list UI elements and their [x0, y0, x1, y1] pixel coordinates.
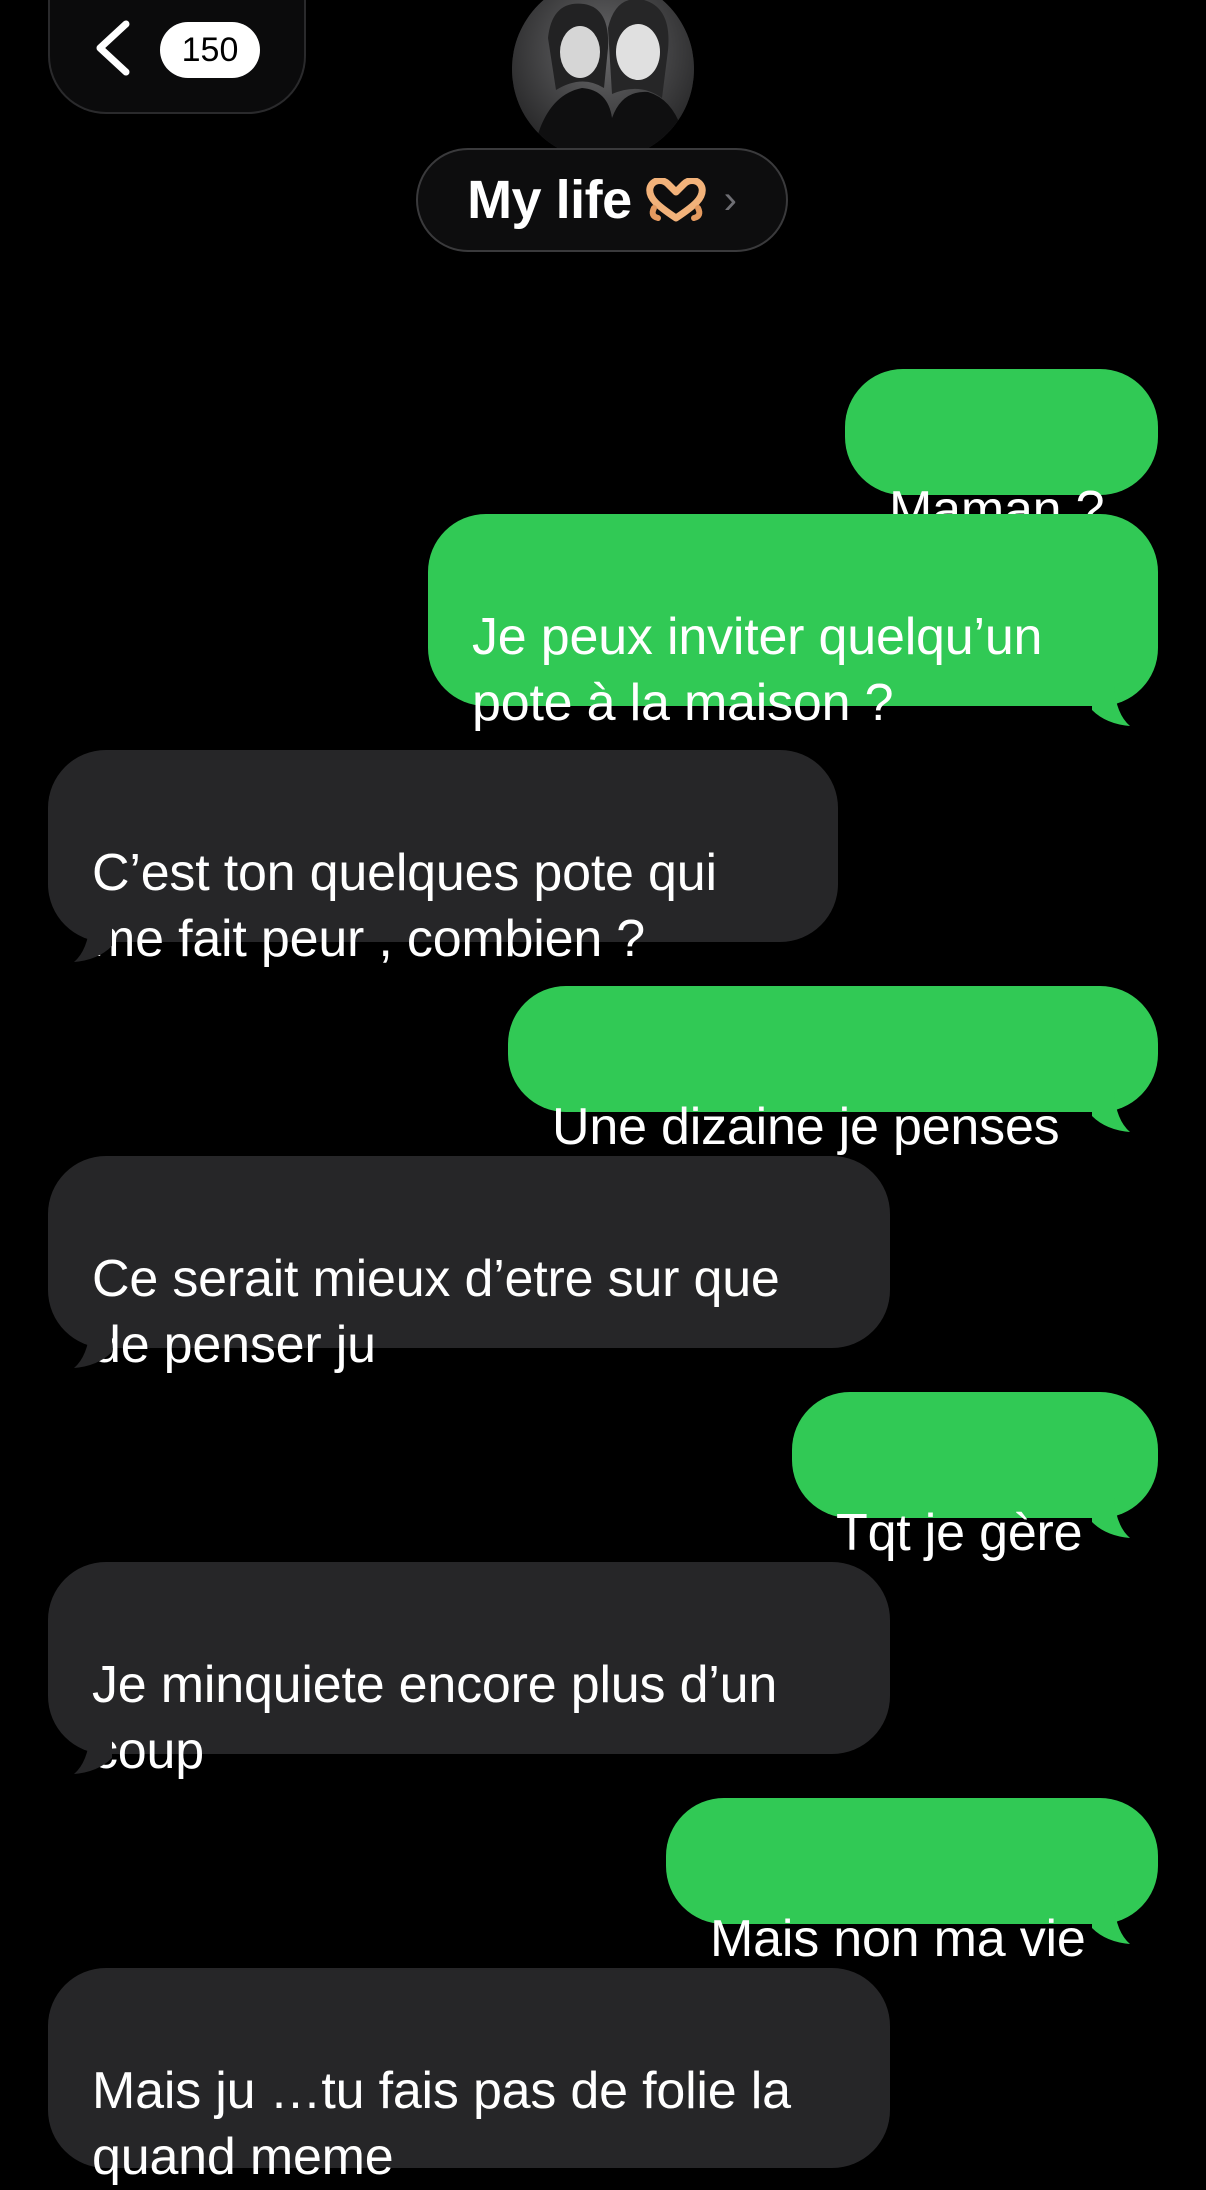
heart-hands-icon	[645, 178, 706, 222]
message-text: Une dizaine je penses	[552, 1098, 1060, 1156]
message-text: Je peux inviter quelqu’un pote à la mais…	[472, 608, 1043, 732]
message-bubble-received[interactable]: Je minquiete encore plus d’un coup	[48, 1562, 890, 1780]
avatar-photo	[512, 0, 694, 160]
bubble-tail	[74, 1734, 112, 1774]
contact-name-button[interactable]: My life ›	[416, 148, 788, 252]
message-text: Tqt je gère	[836, 1504, 1083, 1562]
bubble-tail	[74, 922, 112, 962]
bubble-tail	[1092, 1498, 1130, 1538]
message-bubble-received[interactable]: C’est ton quelques pote qui me fait peur…	[48, 750, 838, 968]
bubble-tail	[74, 1328, 112, 1368]
unread-count-badge: 150	[160, 22, 260, 78]
chevron-right-icon: ›	[723, 177, 737, 222]
message-text: C’est ton quelques pote qui me fait peur…	[92, 844, 717, 968]
message-bubble-received[interactable]: Ce serait mieux d’etre sur que de penser…	[48, 1156, 890, 1374]
message-bubble-sent[interactable]: Maman ?	[845, 369, 1158, 539]
contact-name: My life	[467, 170, 632, 230]
message-text: Je minquiete encore plus d’un coup	[92, 1656, 778, 1780]
message-bubble-sent[interactable]: Je peux inviter quelqu’un pote à la mais…	[428, 514, 1158, 732]
message-text: Mais ju …tu fais pas de folie la quand m…	[92, 2062, 791, 2186]
message-bubble-received[interactable]: Mais ju …tu fais pas de folie la quand m…	[48, 1968, 890, 2186]
back-button[interactable]: 150	[48, 0, 306, 114]
chevron-left-icon	[96, 20, 130, 76]
contact-avatar[interactable]	[512, 0, 694, 160]
message-text: Ce serait mieux d’etre sur que de penser…	[92, 1250, 780, 1374]
bubble-tail	[1092, 686, 1130, 726]
message-bubble-sent[interactable]: Mais non ma vie	[666, 1798, 1158, 1968]
message-text: Mais non ma vie	[710, 1910, 1086, 1968]
bubble-tail	[1092, 1092, 1130, 1132]
bubble-tail	[1092, 1904, 1130, 1944]
message-bubble-sent[interactable]: Une dizaine je penses	[508, 986, 1158, 1156]
